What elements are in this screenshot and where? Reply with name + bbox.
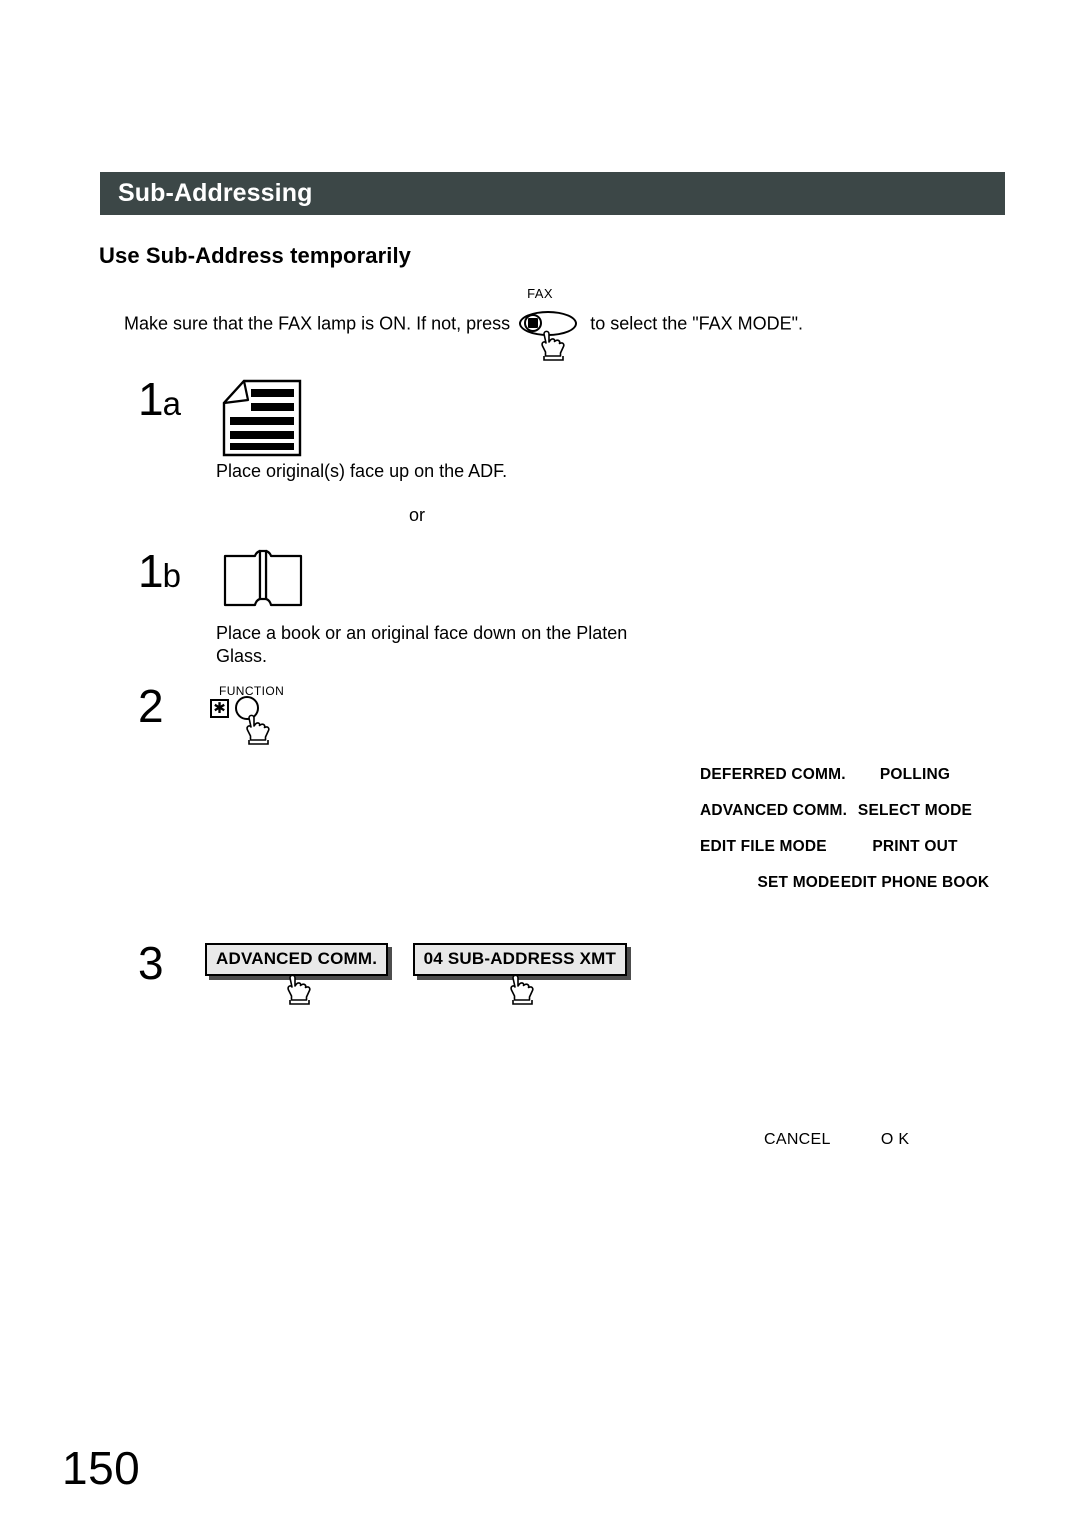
fax-key-label: FAX [527, 286, 553, 301]
intro-text-after: to select the "FAX MODE". [590, 313, 804, 334]
step-1a-caption: Place original(s) face up on the ADF. [216, 461, 508, 481]
step-3-button-row: ADVANCED COMM. 04 SUB-ADDRESS XMT [205, 943, 628, 1005]
menu-item-select-mode[interactable]: SELECT MODE [840, 802, 990, 820]
intro-text-before: Make sure that the FAX lamp is ON. If no… [124, 313, 511, 334]
manual-page: Sub-Addressing Use Sub-Address temporari… [0, 0, 1080, 1528]
menu-row: DEFERRED COMM. POLLING [700, 757, 990, 793]
step-number-1b: 1b [138, 548, 181, 594]
adf-document-svg [222, 379, 302, 457]
pointing-hand-icon [535, 325, 569, 361]
menu-item-polling[interactable]: POLLING [840, 766, 990, 784]
pointing-hand-icon [240, 709, 274, 745]
menu-item-deferred-comm[interactable]: DEFERRED COMM. [700, 766, 846, 784]
intro-paragraph: Make sure that the FAX lamp is ON. If no… [124, 286, 804, 361]
page-number: 150 [62, 1442, 141, 1494]
fax-key-icon[interactable]: FAX [519, 286, 581, 361]
function-key-icon[interactable]: FUNCTION ✱ [207, 684, 327, 746]
menu-item-set-mode[interactable]: SET MODE [700, 874, 840, 892]
step-1a-digit: 1 [138, 373, 164, 425]
menu-row: ADVANCED COMM. SELECT MODE [700, 793, 990, 829]
pointing-hand-icon [504, 969, 538, 1005]
function-key-label: FUNCTION [219, 684, 285, 698]
open-book-svg [223, 549, 303, 607]
advanced-comm-button-wrap: ADVANCED COMM. [205, 943, 389, 1005]
pointing-hand-icon [281, 969, 315, 1005]
footer-action-row: CANCEL O K [764, 1131, 909, 1149]
lcd-menu-grid: DEFERRED COMM. POLLING ADVANCED COMM. SE… [700, 757, 990, 901]
step-1a-letter: a [162, 385, 181, 422]
step-1b-caption: Place a book or an original face down on… [216, 623, 628, 666]
menu-item-print-out[interactable]: PRINT OUT [840, 838, 990, 856]
step-2-digit: 2 [138, 680, 164, 732]
step-1b-letter: b [162, 557, 181, 594]
section-subtitle: Use Sub-Address temporarily [99, 243, 412, 268]
or-separator-text: or [409, 505, 426, 525]
step-number-2: 2 [138, 680, 164, 732]
adf-document-icon [221, 378, 303, 463]
pointing-hand-svg [286, 974, 311, 1005]
menu-row: EDIT FILE MODE PRINT OUT [700, 829, 990, 865]
step-number-1a: 1a [138, 376, 181, 422]
ok-button[interactable]: O K [881, 1131, 909, 1148]
asterisk-icon: ✱ [210, 699, 229, 718]
menu-item-advanced-comm[interactable]: ADVANCED COMM. [700, 802, 847, 820]
step-1b-digit: 1 [138, 545, 164, 597]
menu-item-edit-phone-book[interactable]: EDIT PHONE BOOK [840, 874, 990, 892]
menu-row: SET MODE EDIT PHONE BOOK [700, 865, 990, 901]
sub-address-xmt-button-wrap: 04 SUB-ADDRESS XMT [412, 943, 628, 1005]
page-title: Sub-Addressing [118, 179, 313, 207]
pointing-hand-svg [541, 330, 565, 361]
cancel-button[interactable]: CANCEL [764, 1131, 830, 1148]
section-header-bar: Sub-Addressing [100, 172, 1005, 215]
menu-item-edit-file-mode[interactable]: EDIT FILE MODE [700, 838, 840, 856]
open-book-icon [222, 545, 304, 618]
step-3-digit: 3 [138, 937, 164, 989]
pointing-hand-svg [510, 974, 534, 1005]
pointing-hand-svg [246, 714, 270, 745]
step-number-3: 3 [138, 937, 164, 989]
